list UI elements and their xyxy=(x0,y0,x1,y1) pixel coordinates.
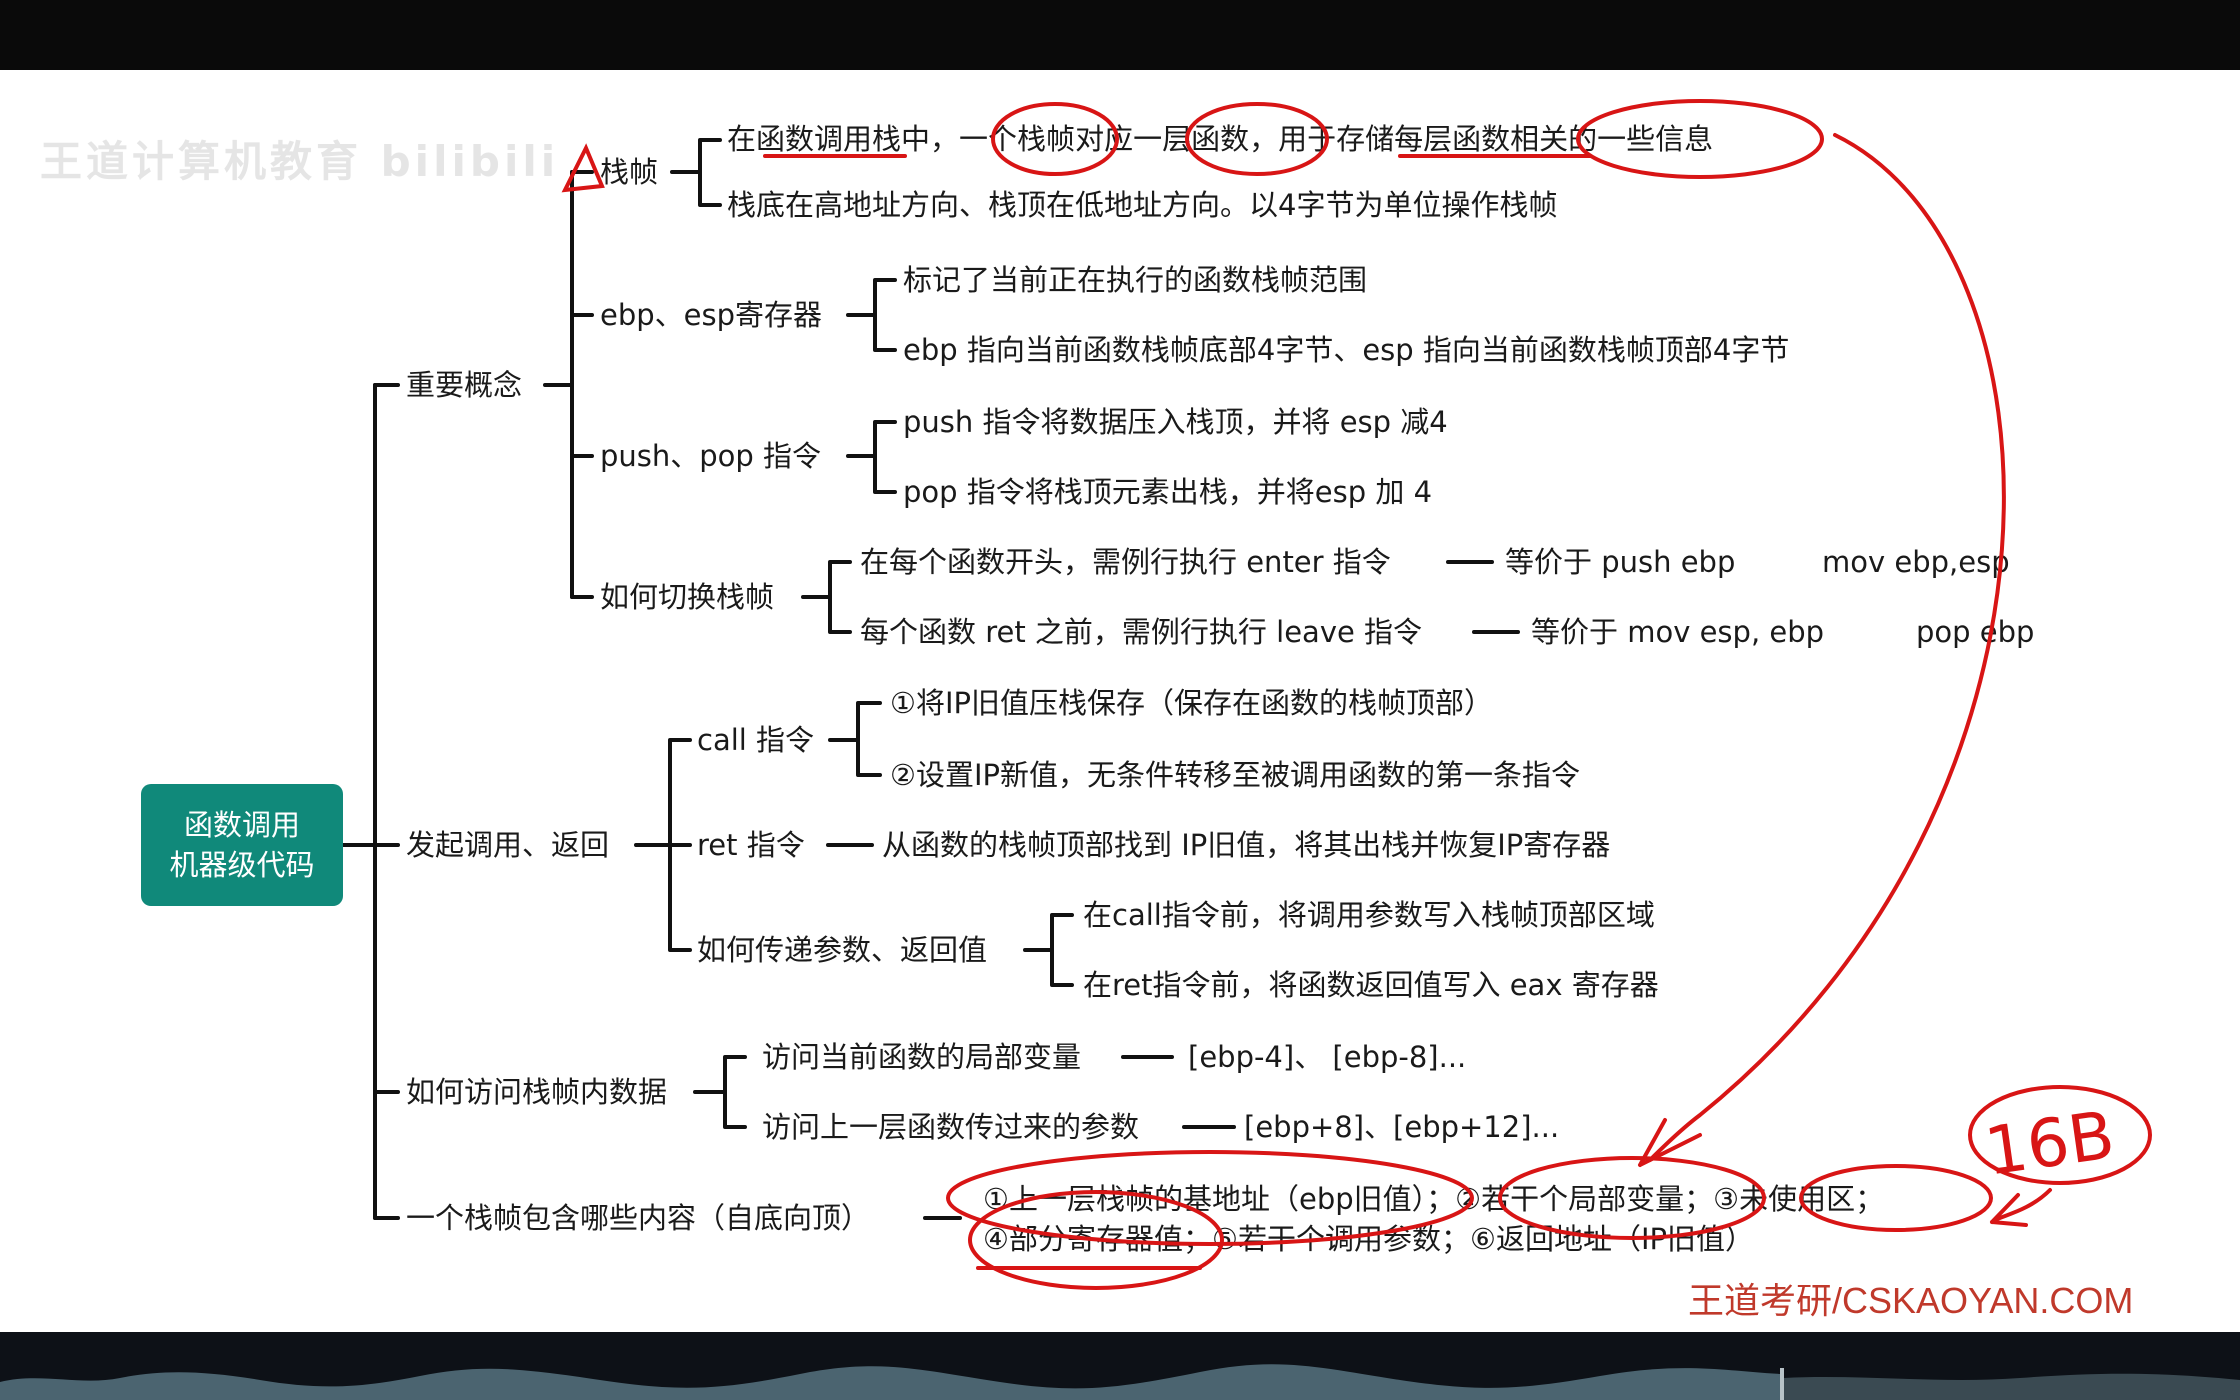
node-pass-params: 如何传递参数、返回值 xyxy=(697,933,988,967)
access-param: 访问上一层函数传过来的参数 xyxy=(762,1110,1140,1144)
call-item-1: ①将IP旧值压栈保存（保存在函数的栈帧顶部） xyxy=(890,686,1494,720)
pushpop-item-2: pop 指令将栈顶元素出栈，并将esp 加 4 xyxy=(903,475,1433,509)
access-local: 访问当前函数的局部变量 xyxy=(762,1040,1082,1074)
frame-item-1: 在函数调用栈中，一个栈帧对应一层函数，用于存储每层函数相关的一些信息 xyxy=(727,122,1714,156)
root-node: 函数调用 机器级代码 xyxy=(141,784,343,906)
brand-text: 王道考研/CSKAOYAN.COM xyxy=(1688,1280,2134,1321)
frame-item-2: 栈底在高地址方向、栈顶在低地址方向。以4字节为单位操作栈帧 xyxy=(727,188,1558,222)
audio-waveform xyxy=(0,1364,2240,1400)
contents-line-2: ④部分寄存器值；⑤若干个调用参数；⑥返回地址（IP旧值） xyxy=(983,1222,1755,1256)
switch-item-1-mov: mov ebp,esp xyxy=(1822,545,2010,579)
node-call-instr: call 指令 xyxy=(697,723,815,757)
regs-item-2: ebp 指向当前函数栈帧底部4字节、esp 指向当前函数栈帧顶部4字节 xyxy=(903,333,1790,367)
access-param-value: [ebp+8]、[ebp+12]... xyxy=(1244,1110,1560,1144)
regs-item-1: 标记了当前正在执行的函数栈帧范围 xyxy=(903,263,1368,297)
pushpop-item-1: push 指令将数据压入栈顶，并将 esp 减4 xyxy=(903,405,1448,439)
switch-item-2: 每个函数 ret 之前，需例行执行 leave 指令 xyxy=(860,615,1423,649)
root-line2: 机器级代码 xyxy=(169,848,315,882)
node-access-frame-data: 如何访问栈帧内数据 xyxy=(406,1075,668,1109)
node-push-pop: push、pop 指令 xyxy=(600,439,822,473)
watermark-text: 王道计算机教育 bilibili xyxy=(40,137,560,186)
params-item-2: 在ret指令前，将函数返回值写入 eax 寄存器 xyxy=(1083,968,1659,1002)
switch-item-1-equiv: 等价于 push ebp xyxy=(1505,545,1736,579)
contents-line-1: ①上一层栈帧的基地址（ebp旧值）；②若干个局部变量；③未使用区； xyxy=(983,1182,1885,1216)
ret-item-1: 从函数的栈帧顶部找到 IP旧值，将其出栈并恢复IP寄存器 xyxy=(882,828,1611,862)
access-local-value: [ebp-4]、 [ebp-8]... xyxy=(1188,1040,1467,1074)
root-line1: 函数调用 xyxy=(183,808,300,842)
node-call-return: 发起调用、返回 xyxy=(406,828,610,862)
node-switch-frame: 如何切换栈帧 xyxy=(600,580,775,614)
switch-item-1: 在每个函数开头，需例行执行 enter 指令 xyxy=(860,545,1391,579)
node-ret-instr: ret 指令 xyxy=(697,828,805,862)
switch-item-2-pop: pop ebp xyxy=(1916,615,2035,649)
node-stack-frame: 栈帧 xyxy=(600,155,659,189)
switch-item-2-equiv: 等价于 mov esp, ebp xyxy=(1531,615,1825,649)
call-item-2: ②设置IP新值，无条件转移至被调用函数的第一条指令 xyxy=(890,758,1581,792)
node-important-concepts: 重要概念 xyxy=(406,368,523,402)
node-frame-contents: 一个栈帧包含哪些内容（自底向顶） xyxy=(406,1201,871,1235)
node-ebp-esp: ebp、esp寄存器 xyxy=(600,298,823,332)
params-item-1: 在call指令前，将调用参数写入栈帧顶部区域 xyxy=(1083,898,1655,932)
